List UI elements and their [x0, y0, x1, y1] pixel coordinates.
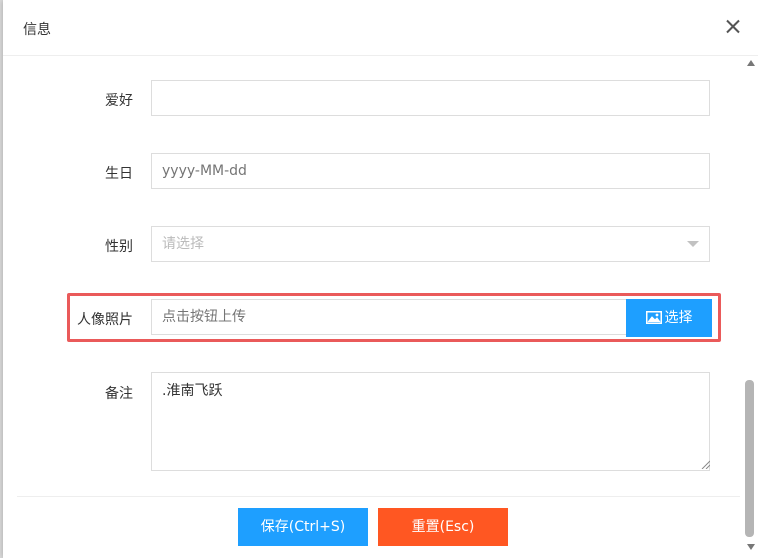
remark-label: 备注 — [105, 386, 133, 402]
dialog: 信息 爱好 生日 性别 请选择 人像照片 选择 备注 .淮南飞跃 保存(Ctrl… — [3, 0, 758, 558]
hobby-input[interactable] — [151, 80, 710, 116]
scroll-up-icon[interactable] — [747, 60, 755, 66]
dialog-title: 信息 — [23, 22, 51, 38]
gender-select-placeholder: 请选择 — [162, 236, 204, 252]
resize-handle-icon[interactable] — [701, 460, 710, 469]
gender-select[interactable]: 请选择 — [151, 226, 710, 262]
photo-input[interactable] — [151, 299, 627, 335]
footer-divider — [17, 496, 740, 497]
gender-label: 性别 — [105, 239, 133, 255]
photo-select-button[interactable]: 选择 — [626, 299, 712, 337]
chevron-down-icon — [687, 241, 699, 247]
hobby-label: 爱好 — [105, 93, 133, 109]
reset-button[interactable]: 重置(Esc) — [378, 508, 508, 546]
birthday-label: 生日 — [105, 166, 133, 182]
photo-label: 人像照片 — [77, 312, 133, 328]
close-icon[interactable] — [722, 16, 744, 38]
save-button[interactable]: 保存(Ctrl+S) — [238, 508, 368, 546]
birthday-input[interactable] — [151, 153, 710, 189]
scroll-down-icon[interactable] — [747, 544, 755, 550]
image-icon — [645, 310, 662, 324]
scrollbar-thumb[interactable] — [745, 380, 754, 537]
remark-textarea[interactable]: .淮南飞跃 — [151, 372, 710, 471]
photo-select-label: 选择 — [664, 310, 693, 326]
dialog-header: 信息 — [3, 0, 758, 56]
